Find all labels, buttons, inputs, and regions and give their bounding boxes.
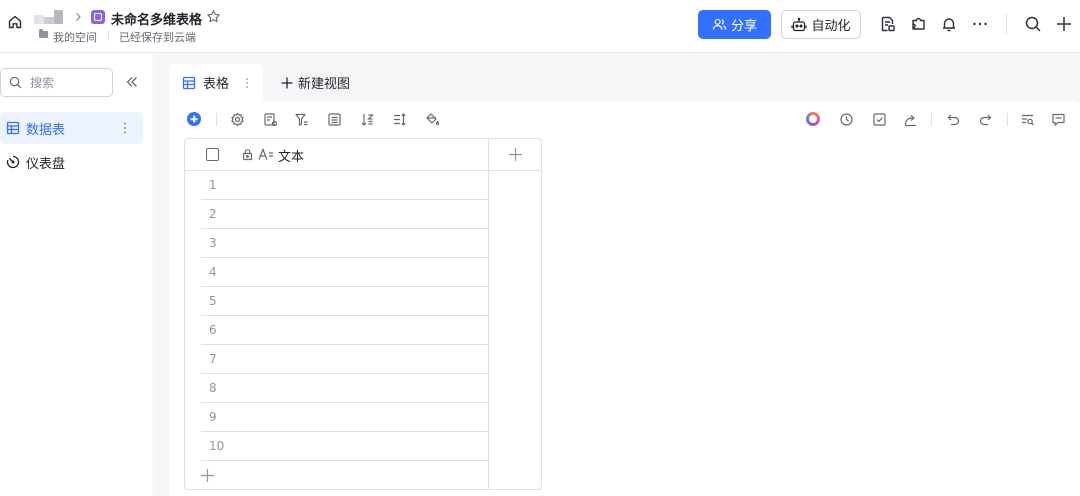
share-label: 分享 — [730, 19, 757, 34]
add-row-icon[interactable] — [200, 468, 215, 483]
share-button[interactable]: 分享 — [698, 10, 771, 39]
row-number: 9 — [209, 410, 217, 424]
document-template-icon[interactable] — [879, 15, 897, 33]
bell-icon[interactable] — [940, 15, 958, 33]
fill-color-icon[interactable] — [425, 112, 440, 127]
search-icon[interactable] — [1024, 15, 1042, 33]
table-row[interactable]: 9 — [201, 403, 488, 432]
table-row[interactable]: 10 — [201, 432, 488, 461]
form-check-icon[interactable] — [872, 112, 887, 127]
sidebar-item-label: 数据表 — [26, 122, 66, 138]
more-vertical-icon[interactable] — [118, 120, 132, 136]
redo-icon[interactable] — [978, 112, 993, 127]
table-row[interactable]: 8 — [201, 374, 488, 403]
share-view-icon[interactable] — [903, 112, 918, 127]
home-icon[interactable] — [7, 14, 23, 30]
data-grid: 文本 1 2 3 4 5 6 7 8 9 10 — [184, 138, 542, 490]
plus-icon[interactable] — [1055, 15, 1073, 33]
sidebar-item-label: 仪表盘 — [26, 156, 66, 172]
automation-label: 自动化 — [811, 19, 851, 34]
field-settings-icon[interactable] — [263, 112, 278, 127]
space-label[interactable]: 我的空间 — [53, 29, 97, 45]
robot-icon — [791, 17, 808, 31]
table-row[interactable]: 4 — [201, 258, 488, 287]
sidebar-item-dashboard[interactable]: 仪表盘 — [0, 146, 143, 178]
doc-title[interactable]: 未命名多维表格 — [111, 9, 202, 28]
table-icon — [182, 76, 196, 89]
collapse-sidebar-icon[interactable] — [124, 74, 140, 90]
find-icon[interactable] — [1020, 112, 1035, 127]
folder-icon — [39, 29, 48, 38]
select-all-checkbox[interactable] — [206, 148, 219, 161]
sidebar-search[interactable] — [0, 68, 113, 97]
row-number: 3 — [209, 236, 217, 250]
comment-icon[interactable] — [1051, 112, 1066, 127]
row-number: 2 — [209, 207, 217, 221]
more-vertical-icon[interactable] — [242, 76, 252, 90]
row-number: 1 — [209, 178, 217, 192]
top-bar: 未命名多维表格 我的空间 已经保存到云端 分享 自动化 — [0, 0, 1080, 53]
share-users-icon — [712, 18, 727, 30]
row-number: 10 — [209, 439, 225, 453]
history-icon[interactable] — [839, 112, 854, 127]
table-row[interactable]: 7 — [201, 345, 488, 374]
row-number: 4 — [209, 265, 217, 279]
automation-button[interactable]: 自动化 — [781, 10, 861, 39]
table-row[interactable]: 2 — [201, 200, 488, 229]
tab-grid-view[interactable]: 表格 — [169, 64, 263, 101]
row-number: 5 — [209, 294, 217, 308]
table-row[interactable]: 1 — [201, 171, 488, 200]
main-area: 表格 新建视图 文本 1 2 3 4 5 6 7 8 9 10 — [155, 53, 1080, 496]
search-icon — [9, 76, 22, 89]
base-doc-icon — [91, 10, 105, 24]
chevron-right-icon — [76, 13, 81, 21]
undo-icon[interactable] — [946, 112, 961, 127]
meta-divider — [108, 31, 109, 41]
save-status: 已经保存到云端 — [119, 31, 196, 44]
row-number: 8 — [209, 381, 217, 395]
row-height-icon[interactable] — [392, 112, 407, 127]
table-row[interactable]: 3 — [201, 229, 488, 258]
table-row[interactable]: 5 — [201, 287, 488, 316]
new-view-label: 新建视图 — [298, 77, 351, 92]
sort-icon[interactable] — [360, 112, 375, 127]
add-record-icon[interactable] — [187, 112, 201, 126]
group-icon[interactable] — [327, 112, 342, 127]
search-input[interactable] — [30, 74, 108, 92]
filter-icon[interactable] — [294, 112, 309, 127]
sidebar-item-datatable[interactable]: 数据表 — [0, 112, 143, 144]
settings-icon[interactable] — [230, 112, 245, 127]
tab-label: 表格 — [203, 77, 230, 92]
table-row[interactable]: 6 — [201, 316, 488, 345]
plugin-icon[interactable] — [910, 15, 928, 33]
field-header-text[interactable]: 文本 — [278, 146, 304, 165]
add-field-icon[interactable] — [508, 147, 523, 162]
workspace-avatar[interactable] — [34, 9, 64, 27]
text-field-type-icon — [258, 147, 273, 160]
more-horizontal-icon[interactable] — [971, 15, 989, 33]
toolbar-divider — [216, 113, 217, 126]
view-panel: 文本 1 2 3 4 5 6 7 8 9 10 — [169, 101, 1080, 496]
sidebar: 数据表 仪表盘 — [0, 53, 154, 496]
row-number: 6 — [209, 323, 217, 337]
dashboard-icon — [6, 155, 20, 169]
star-icon[interactable] — [206, 9, 221, 24]
new-view-button[interactable]: 新建视图 — [281, 73, 350, 92]
lock-icon — [242, 149, 253, 161]
plus-icon — [281, 77, 293, 88]
header-divider — [1006, 14, 1007, 34]
toolbar-divider — [931, 113, 932, 126]
column-divider — [488, 139, 489, 489]
table-icon — [6, 121, 20, 135]
ai-assistant-icon[interactable] — [806, 112, 820, 126]
toolbar-divider — [1007, 113, 1008, 126]
row-number: 7 — [209, 352, 217, 366]
